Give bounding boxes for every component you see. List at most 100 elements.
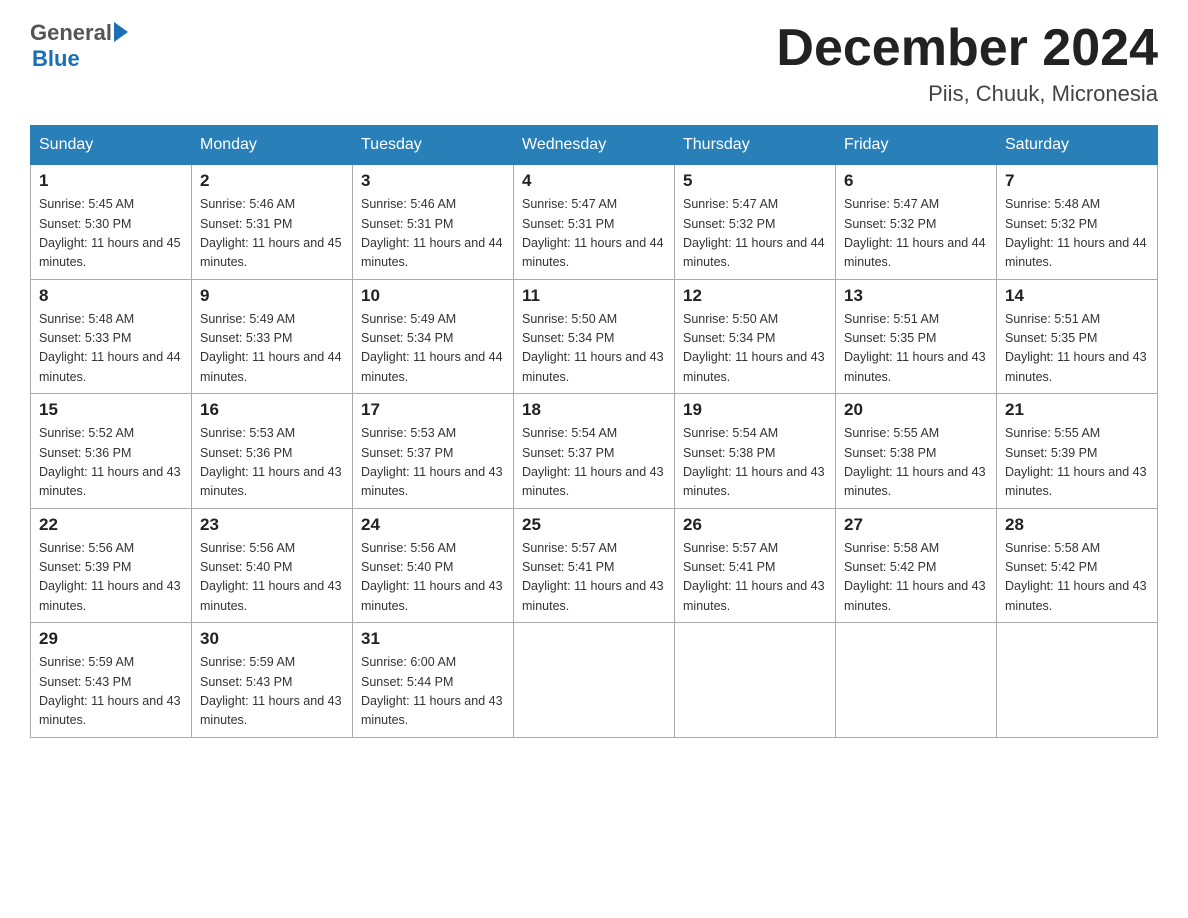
- day-info: Sunrise: 5:55 AMSunset: 5:39 PMDaylight:…: [1005, 424, 1149, 502]
- day-info: Sunrise: 5:56 AMSunset: 5:39 PMDaylight:…: [39, 539, 183, 617]
- calendar-cell: 12 Sunrise: 5:50 AMSunset: 5:34 PMDaylig…: [675, 279, 836, 394]
- calendar-cell: 16 Sunrise: 5:53 AMSunset: 5:36 PMDaylig…: [192, 394, 353, 509]
- calendar-cell: 29 Sunrise: 5:59 AMSunset: 5:43 PMDaylig…: [31, 623, 192, 738]
- calendar-cell: 10 Sunrise: 5:49 AMSunset: 5:34 PMDaylig…: [353, 279, 514, 394]
- calendar-cell: 13 Sunrise: 5:51 AMSunset: 5:35 PMDaylig…: [836, 279, 997, 394]
- calendar-header: Sunday Monday Tuesday Wednesday Thursday…: [31, 126, 1158, 165]
- day-info: Sunrise: 5:51 AMSunset: 5:35 PMDaylight:…: [844, 310, 988, 388]
- day-number: 26: [683, 515, 827, 535]
- calendar-cell: 14 Sunrise: 5:51 AMSunset: 5:35 PMDaylig…: [997, 279, 1158, 394]
- day-info: Sunrise: 6:00 AMSunset: 5:44 PMDaylight:…: [361, 653, 505, 731]
- day-number: 15: [39, 400, 183, 420]
- day-number: 31: [361, 629, 505, 649]
- day-info: Sunrise: 5:50 AMSunset: 5:34 PMDaylight:…: [683, 310, 827, 388]
- calendar-table: Sunday Monday Tuesday Wednesday Thursday…: [30, 125, 1158, 738]
- day-number: 10: [361, 286, 505, 306]
- calendar-cell: 22 Sunrise: 5:56 AMSunset: 5:39 PMDaylig…: [31, 508, 192, 623]
- day-number: 8: [39, 286, 183, 306]
- calendar-cell: 30 Sunrise: 5:59 AMSunset: 5:43 PMDaylig…: [192, 623, 353, 738]
- calendar-cell: 9 Sunrise: 5:49 AMSunset: 5:33 PMDayligh…: [192, 279, 353, 394]
- day-info: Sunrise: 5:45 AMSunset: 5:30 PMDaylight:…: [39, 195, 183, 273]
- col-wednesday: Wednesday: [514, 126, 675, 165]
- calendar-cell: 17 Sunrise: 5:53 AMSunset: 5:37 PMDaylig…: [353, 394, 514, 509]
- calendar-week-1: 1 Sunrise: 5:45 AMSunset: 5:30 PMDayligh…: [31, 165, 1158, 280]
- calendar-cell: 24 Sunrise: 5:56 AMSunset: 5:40 PMDaylig…: [353, 508, 514, 623]
- calendar-cell: 27 Sunrise: 5:58 AMSunset: 5:42 PMDaylig…: [836, 508, 997, 623]
- calendar-week-4: 22 Sunrise: 5:56 AMSunset: 5:39 PMDaylig…: [31, 508, 1158, 623]
- day-info: Sunrise: 5:54 AMSunset: 5:37 PMDaylight:…: [522, 424, 666, 502]
- header-row: Sunday Monday Tuesday Wednesday Thursday…: [31, 126, 1158, 165]
- title-section: December 2024 Piis, Chuuk, Micronesia: [776, 20, 1158, 107]
- calendar-cell: 11 Sunrise: 5:50 AMSunset: 5:34 PMDaylig…: [514, 279, 675, 394]
- calendar-cell: [514, 623, 675, 738]
- calendar-cell: [675, 623, 836, 738]
- day-info: Sunrise: 5:49 AMSunset: 5:33 PMDaylight:…: [200, 310, 344, 388]
- day-info: Sunrise: 5:53 AMSunset: 5:37 PMDaylight:…: [361, 424, 505, 502]
- day-info: Sunrise: 5:52 AMSunset: 5:36 PMDaylight:…: [39, 424, 183, 502]
- day-number: 30: [200, 629, 344, 649]
- day-info: Sunrise: 5:56 AMSunset: 5:40 PMDaylight:…: [200, 539, 344, 617]
- logo-arrow-icon: [114, 22, 128, 42]
- day-number: 24: [361, 515, 505, 535]
- day-info: Sunrise: 5:50 AMSunset: 5:34 PMDaylight:…: [522, 310, 666, 388]
- day-number: 16: [200, 400, 344, 420]
- day-info: Sunrise: 5:51 AMSunset: 5:35 PMDaylight:…: [1005, 310, 1149, 388]
- col-thursday: Thursday: [675, 126, 836, 165]
- col-saturday: Saturday: [997, 126, 1158, 165]
- col-friday: Friday: [836, 126, 997, 165]
- day-number: 28: [1005, 515, 1149, 535]
- calendar-cell: 25 Sunrise: 5:57 AMSunset: 5:41 PMDaylig…: [514, 508, 675, 623]
- day-info: Sunrise: 5:47 AMSunset: 5:31 PMDaylight:…: [522, 195, 666, 273]
- calendar-week-2: 8 Sunrise: 5:48 AMSunset: 5:33 PMDayligh…: [31, 279, 1158, 394]
- day-info: Sunrise: 5:46 AMSunset: 5:31 PMDaylight:…: [200, 195, 344, 273]
- day-number: 29: [39, 629, 183, 649]
- calendar-cell: 4 Sunrise: 5:47 AMSunset: 5:31 PMDayligh…: [514, 165, 675, 280]
- location: Piis, Chuuk, Micronesia: [776, 81, 1158, 107]
- month-title: December 2024: [776, 20, 1158, 77]
- col-sunday: Sunday: [31, 126, 192, 165]
- day-info: Sunrise: 5:48 AMSunset: 5:33 PMDaylight:…: [39, 310, 183, 388]
- calendar-cell: [836, 623, 997, 738]
- day-number: 11: [522, 286, 666, 306]
- day-number: 14: [1005, 286, 1149, 306]
- calendar-body: 1 Sunrise: 5:45 AMSunset: 5:30 PMDayligh…: [31, 165, 1158, 738]
- day-number: 12: [683, 286, 827, 306]
- day-number: 3: [361, 171, 505, 191]
- day-info: Sunrise: 5:58 AMSunset: 5:42 PMDaylight:…: [844, 539, 988, 617]
- day-info: Sunrise: 5:57 AMSunset: 5:41 PMDaylight:…: [683, 539, 827, 617]
- day-number: 9: [200, 286, 344, 306]
- day-number: 25: [522, 515, 666, 535]
- day-info: Sunrise: 5:53 AMSunset: 5:36 PMDaylight:…: [200, 424, 344, 502]
- day-info: Sunrise: 5:59 AMSunset: 5:43 PMDaylight:…: [200, 653, 344, 731]
- calendar-cell: 7 Sunrise: 5:48 AMSunset: 5:32 PMDayligh…: [997, 165, 1158, 280]
- day-number: 22: [39, 515, 183, 535]
- day-info: Sunrise: 5:59 AMSunset: 5:43 PMDaylight:…: [39, 653, 183, 731]
- calendar-cell: 2 Sunrise: 5:46 AMSunset: 5:31 PMDayligh…: [192, 165, 353, 280]
- day-number: 19: [683, 400, 827, 420]
- day-info: Sunrise: 5:48 AMSunset: 5:32 PMDaylight:…: [1005, 195, 1149, 273]
- day-info: Sunrise: 5:58 AMSunset: 5:42 PMDaylight:…: [1005, 539, 1149, 617]
- calendar-cell: 5 Sunrise: 5:47 AMSunset: 5:32 PMDayligh…: [675, 165, 836, 280]
- day-number: 4: [522, 171, 666, 191]
- calendar-cell: 26 Sunrise: 5:57 AMSunset: 5:41 PMDaylig…: [675, 508, 836, 623]
- day-number: 6: [844, 171, 988, 191]
- calendar-cell: 31 Sunrise: 6:00 AMSunset: 5:44 PMDaylig…: [353, 623, 514, 738]
- logo: General Blue: [30, 20, 128, 72]
- day-info: Sunrise: 5:49 AMSunset: 5:34 PMDaylight:…: [361, 310, 505, 388]
- calendar-cell: 28 Sunrise: 5:58 AMSunset: 5:42 PMDaylig…: [997, 508, 1158, 623]
- calendar-cell: 19 Sunrise: 5:54 AMSunset: 5:38 PMDaylig…: [675, 394, 836, 509]
- day-info: Sunrise: 5:54 AMSunset: 5:38 PMDaylight:…: [683, 424, 827, 502]
- calendar-cell: 20 Sunrise: 5:55 AMSunset: 5:38 PMDaylig…: [836, 394, 997, 509]
- day-number: 13: [844, 286, 988, 306]
- day-number: 23: [200, 515, 344, 535]
- day-number: 27: [844, 515, 988, 535]
- calendar-cell: 18 Sunrise: 5:54 AMSunset: 5:37 PMDaylig…: [514, 394, 675, 509]
- day-info: Sunrise: 5:56 AMSunset: 5:40 PMDaylight:…: [361, 539, 505, 617]
- day-number: 17: [361, 400, 505, 420]
- calendar-cell: [997, 623, 1158, 738]
- col-tuesday: Tuesday: [353, 126, 514, 165]
- calendar-week-3: 15 Sunrise: 5:52 AMSunset: 5:36 PMDaylig…: [31, 394, 1158, 509]
- day-number: 20: [844, 400, 988, 420]
- day-info: Sunrise: 5:46 AMSunset: 5:31 PMDaylight:…: [361, 195, 505, 273]
- day-info: Sunrise: 5:57 AMSunset: 5:41 PMDaylight:…: [522, 539, 666, 617]
